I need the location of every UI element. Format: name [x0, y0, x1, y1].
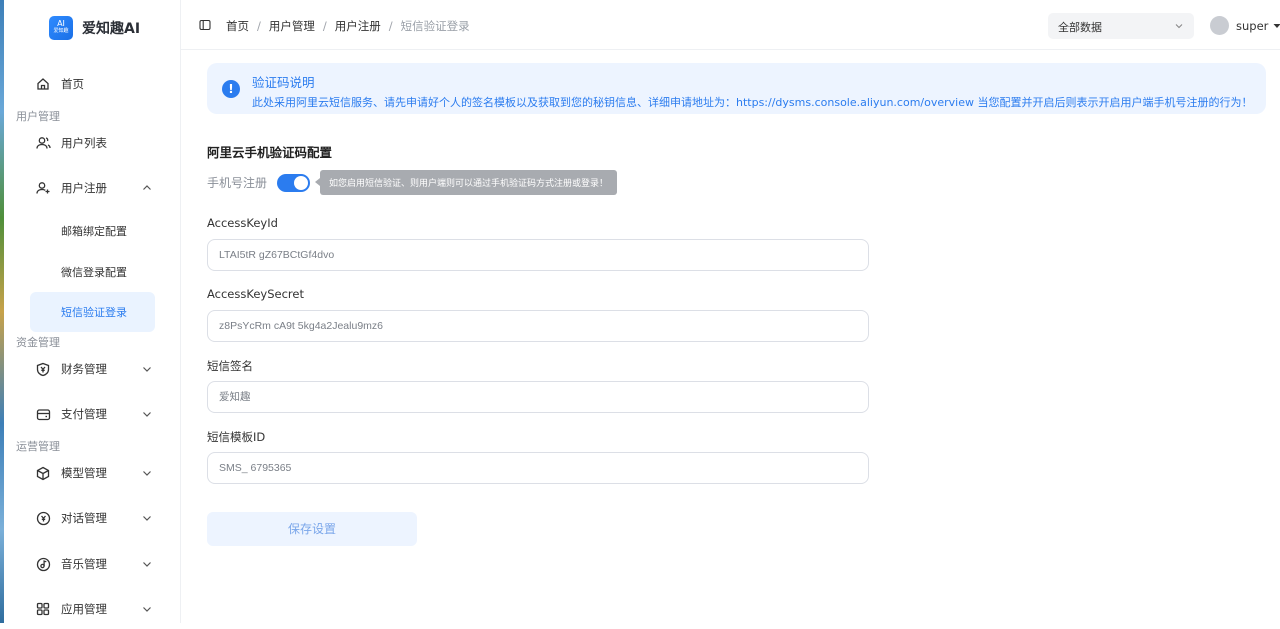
breadcrumb-separator: / [323, 19, 327, 33]
sidebar-item-finance[interactable]: 财务管理 [30, 349, 154, 389]
chevron-down-icon [140, 602, 154, 616]
access-key-id-label: AccessKeyId [207, 216, 278, 230]
sidebar-item-label: 支付管理 [61, 406, 107, 422]
sidebar-item-payment[interactable]: 支付管理 [30, 394, 154, 434]
sidebar-item-label: 模型管理 [61, 465, 107, 481]
breadcrumb: 首页 / 用户管理 / 用户注册 / 短信验证登录 [226, 18, 470, 34]
phone-register-row: 手机号注册 如您启用短信验证、则用户端则可以通过手机验证码方式注册或登录！ [207, 170, 617, 195]
shield-yen-icon [35, 361, 51, 377]
data-scope-select[interactable]: 全部数据 [1048, 13, 1194, 39]
info-icon: ! [222, 80, 240, 98]
sms-sign-input[interactable]: 爱知趣 [207, 381, 869, 413]
sidebar-subitem-wechat[interactable]: 微信登录配置 [30, 252, 155, 292]
breadcrumb-item-home[interactable]: 首页 [226, 18, 249, 34]
switch-tooltip: 如您启用短信验证、则用户端则可以通过手机验证码方式注册或登录！ [320, 170, 617, 195]
access-key-secret-label: AccessKeySecret [207, 287, 304, 301]
sms-sign-label: 短信签名 [207, 358, 253, 374]
sms-template-label: 短信模板ID [207, 429, 265, 445]
main-content: ! 验证码说明 此处采用阿里云短信服务、请先申请好个人的签名模板以及获取到您的秘… [181, 51, 1280, 623]
chevron-down-icon [140, 466, 154, 480]
sidebar-item-user-list[interactable]: 用户列表 [30, 123, 154, 163]
chevron-down-icon [140, 557, 154, 571]
sidebar-item-label: 用户列表 [61, 135, 107, 151]
alert-title: 验证码说明 [252, 72, 315, 91]
sidebar-subitem-email[interactable]: 邮箱绑定配置 [30, 211, 155, 251]
alert-description: 此处采用阿里云短信服务、请先申请好个人的签名模板以及获取到您的秘钥信息、详细申请… [252, 94, 1252, 110]
breadcrumb-separator: / [257, 19, 261, 33]
breadcrumb-item-current: 短信验证登录 [401, 18, 470, 34]
select-value: 全部数据 [1058, 21, 1102, 34]
users-icon [35, 135, 51, 151]
access-key-secret-input[interactable]: z8PsYcRm cA9t 5kg4a2Jealu9mz6 [207, 310, 869, 342]
sidebar-item-label: 对话管理 [61, 510, 107, 526]
coin-icon [35, 510, 51, 526]
sidebar-subitem-sms[interactable]: 短信验证登录 [30, 292, 155, 332]
chevron-up-icon [140, 181, 154, 195]
chevron-down-icon [140, 511, 154, 525]
section-label-ops: 运营管理 [16, 438, 60, 454]
sidebar-item-music[interactable]: 音乐管理 [30, 544, 154, 584]
user-menu[interactable]: super [1210, 16, 1280, 35]
sidebar-toggle-icon[interactable] [199, 19, 211, 31]
access-key-id-input[interactable]: LTAI5tR gZ67BCtGf4dvo [207, 239, 869, 271]
sidebar-item-home[interactable]: 首页 [30, 64, 154, 104]
caret-down-icon [1273, 23, 1280, 29]
grid-icon [35, 601, 51, 617]
logo-badge: AI爱知趣 [49, 16, 73, 40]
form-title: 阿里云手机验证码配置 [207, 142, 332, 161]
chevron-down-icon [1174, 21, 1184, 31]
sidebar-item-label: 用户注册 [61, 180, 107, 196]
breadcrumb-item-user-mgmt[interactable]: 用户管理 [269, 18, 315, 34]
switch-label: 手机号注册 [207, 174, 267, 191]
music-disc-icon [35, 556, 51, 572]
sms-template-input[interactable]: SMS_ 6795365 [207, 452, 869, 484]
sidebar-item-label: 应用管理 [61, 601, 107, 617]
topbar: 首页 / 用户管理 / 用户注册 / 短信验证登录 全部数据 super [181, 0, 1280, 50]
sidebar-item-model[interactable]: 模型管理 [30, 453, 154, 493]
avatar [1210, 16, 1229, 35]
phone-register-switch[interactable] [277, 174, 310, 192]
breadcrumb-separator: / [389, 19, 393, 33]
sidebar: AI爱知趣 爱知趣AI 首页 用户管理 用户列表 用户注册 邮箱绑定配置 微信登… [4, 0, 181, 623]
breadcrumb-item-user-register[interactable]: 用户注册 [335, 18, 381, 34]
section-label-user: 用户管理 [16, 108, 60, 124]
wallet-icon [35, 406, 51, 422]
sidebar-item-dialog[interactable]: 对话管理 [30, 498, 154, 538]
app-name: 爱知趣AI [82, 18, 140, 38]
section-label-funds: 资金管理 [16, 334, 60, 350]
save-button[interactable]: 保存设置 [207, 512, 417, 546]
sidebar-item-label: 音乐管理 [61, 556, 107, 572]
chevron-down-icon [140, 362, 154, 376]
cube-icon [35, 465, 51, 481]
sidebar-item-label: 首页 [61, 76, 84, 92]
home-icon [35, 76, 51, 92]
username: super [1236, 19, 1268, 33]
sidebar-item-label: 财务管理 [61, 361, 107, 377]
info-alert: ! 验证码说明 此处采用阿里云短信服务、请先申请好个人的签名模板以及获取到您的秘… [207, 63, 1266, 114]
sidebar-item-app[interactable]: 应用管理 [30, 589, 154, 629]
app-logo[interactable]: AI爱知趣 爱知趣AI [49, 16, 140, 40]
user-add-icon [35, 180, 51, 196]
sidebar-item-user-register[interactable]: 用户注册 [30, 168, 154, 208]
chevron-down-icon [140, 407, 154, 421]
